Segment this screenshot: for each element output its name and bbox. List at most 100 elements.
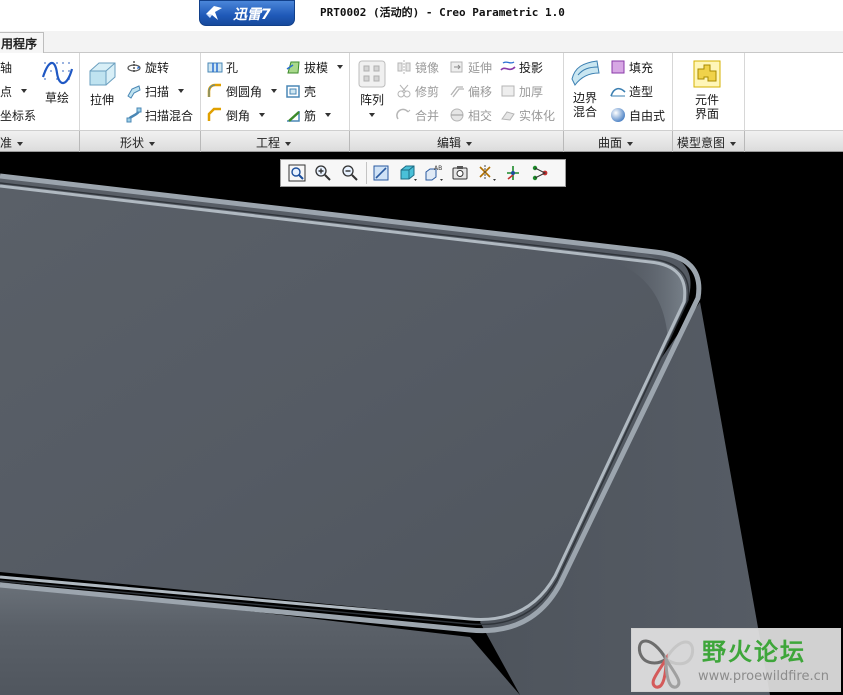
solidify-icon [501, 111, 515, 121]
spin-center-button[interactable] [501, 161, 525, 185]
solidify-label: 实体化 [519, 108, 556, 123]
sweep-icon [127, 85, 141, 99]
chevron-down-icon[interactable] [337, 65, 344, 69]
draft-button[interactable]: 拔模 [285, 57, 344, 77]
swept-blend-button[interactable]: 扫描混合 [126, 105, 193, 125]
ribbon: 轴 点 坐标系 草绘 拉伸 旋转 扫描 扫描混合 孔 倒圆角 倒角 拔模 壳 筋… [0, 53, 843, 152]
boundary-blend-button[interactable]: 边界混合 [567, 59, 603, 119]
thicken-label: 加厚 [519, 84, 544, 99]
group-shapes[interactable]: 形状 [120, 134, 156, 151]
ribbon-tab-row: 用程序 [0, 31, 843, 53]
sketch-button[interactable]: 草绘 [40, 59, 74, 105]
zoom-in-button[interactable] [311, 161, 335, 185]
coordinate-system-button[interactable]: 坐标系 [0, 105, 36, 125]
fill-button[interactable]: 填充 [610, 57, 653, 77]
revolve-icon [127, 61, 141, 73]
annotation-display-button[interactable] [528, 161, 552, 185]
extend-icon [450, 61, 463, 73]
hole-label: 孔 [226, 60, 239, 75]
freestyle-label: 自由式 [629, 108, 666, 123]
merge-button[interactable]: 合并 [396, 105, 439, 125]
display-style-icon [400, 165, 417, 181]
round-button[interactable]: 倒圆角 [207, 81, 278, 101]
hole-icon [207, 62, 223, 73]
solidify-button[interactable]: 实体化 [500, 105, 555, 125]
tab-applications[interactable]: 用程序 [0, 32, 45, 53]
trim-icon [397, 84, 411, 98]
graphics-viewport[interactable]: AB 野火论坛 www.proewildfire.cn [0, 152, 843, 695]
extrude-icon [89, 62, 116, 86]
extend-button[interactable]: 延伸 [449, 57, 492, 77]
chevron-down-icon[interactable] [325, 113, 332, 117]
repaint-button[interactable] [369, 161, 393, 185]
refit-button[interactable] [285, 161, 309, 185]
component-interface-button[interactable]: 元件界面 [688, 59, 726, 121]
intersect-button[interactable]: 相交 [449, 105, 492, 125]
merge-label: 合并 [415, 108, 440, 123]
watermark-title: 野火论坛 [702, 638, 806, 666]
mirror-label: 镜像 [415, 60, 440, 75]
thicken-button[interactable]: 加厚 [500, 81, 543, 101]
group-editing[interactable]: 编辑 [437, 134, 473, 151]
part-model [0, 173, 770, 695]
hole-button[interactable]: 孔 [207, 57, 238, 77]
axis-button[interactable]: 轴 [0, 57, 12, 77]
saved-views-button[interactable]: AB [422, 161, 446, 185]
swept-blend-label: 扫描混合 [145, 108, 194, 123]
group-separator [563, 131, 564, 153]
sweep-label: 扫描 [145, 84, 170, 99]
style-button[interactable]: 造型 [610, 81, 653, 101]
trim-button[interactable]: 修剪 [396, 81, 439, 101]
forum-watermark: 野火论坛 www.proewildfire.cn [631, 628, 841, 692]
revolve-button[interactable]: 旋转 [126, 57, 169, 77]
extrude-button[interactable]: 拉伸 [86, 59, 118, 107]
group-separator [672, 131, 673, 153]
chevron-down-icon[interactable] [369, 112, 375, 117]
swept-blend-icon [126, 107, 142, 123]
datum-display-button[interactable] [475, 161, 499, 185]
chevron-down-icon[interactable] [21, 89, 28, 93]
xunlei-badge[interactable]: 迅雷7 [199, 0, 295, 26]
zoom-out-button[interactable] [338, 161, 362, 185]
chevron-down-icon [17, 141, 24, 146]
rib-label: 筋 [304, 108, 317, 123]
trim-label: 修剪 [415, 84, 440, 99]
group-surfaces[interactable]: 曲面 [598, 134, 634, 151]
chamfer-label: 倒角 [226, 108, 251, 123]
zoom-out-icon [342, 165, 358, 181]
shell-icon [286, 85, 300, 98]
draft-label: 拔模 [304, 60, 329, 75]
group-engineering-label: 工程 [256, 136, 281, 150]
style-label: 造型 [629, 84, 654, 99]
chevron-down-icon[interactable] [271, 89, 278, 93]
group-shapes-label: 形状 [120, 136, 145, 150]
point-button[interactable]: 点 [0, 81, 28, 101]
rib-button[interactable]: 筋 [285, 105, 332, 125]
display-style-button[interactable] [396, 161, 420, 185]
shell-button[interactable]: 壳 [285, 81, 316, 101]
pattern-button[interactable]: 阵列 [355, 59, 389, 121]
thicken-icon [501, 85, 515, 97]
sweep-button[interactable]: 扫描 [126, 81, 185, 101]
group-separator [79, 131, 80, 153]
chevron-down-icon[interactable] [178, 89, 185, 93]
sketch-label: 草绘 [44, 91, 69, 105]
offset-button[interactable]: 偏移 [449, 81, 492, 101]
saved-views-icon: AB [425, 165, 443, 181]
group-engineering[interactable]: 工程 [256, 134, 292, 151]
spin-center-icon [507, 166, 520, 180]
project-icon [500, 61, 516, 71]
project-button[interactable]: 投影 [500, 57, 543, 77]
chamfer-button[interactable]: 倒角 [207, 105, 266, 125]
view-manager-button[interactable] [448, 161, 472, 185]
intersect-icon [450, 108, 464, 122]
title-bar: 迅雷7 PRT0002 (活动的) - Creo Parametric 1.0 [0, 0, 843, 31]
chevron-down-icon [285, 141, 292, 146]
boundary-blend-label: 边界混合 [572, 91, 597, 119]
group-model-intent[interactable]: 模型意图 [677, 134, 737, 151]
group-datum[interactable]: 准 [0, 134, 24, 151]
freestyle-button[interactable]: 自由式 [610, 105, 665, 125]
group-datum-label: 准 [0, 136, 13, 150]
mirror-button[interactable]: 镜像 [396, 57, 439, 77]
chevron-down-icon[interactable] [259, 113, 266, 117]
